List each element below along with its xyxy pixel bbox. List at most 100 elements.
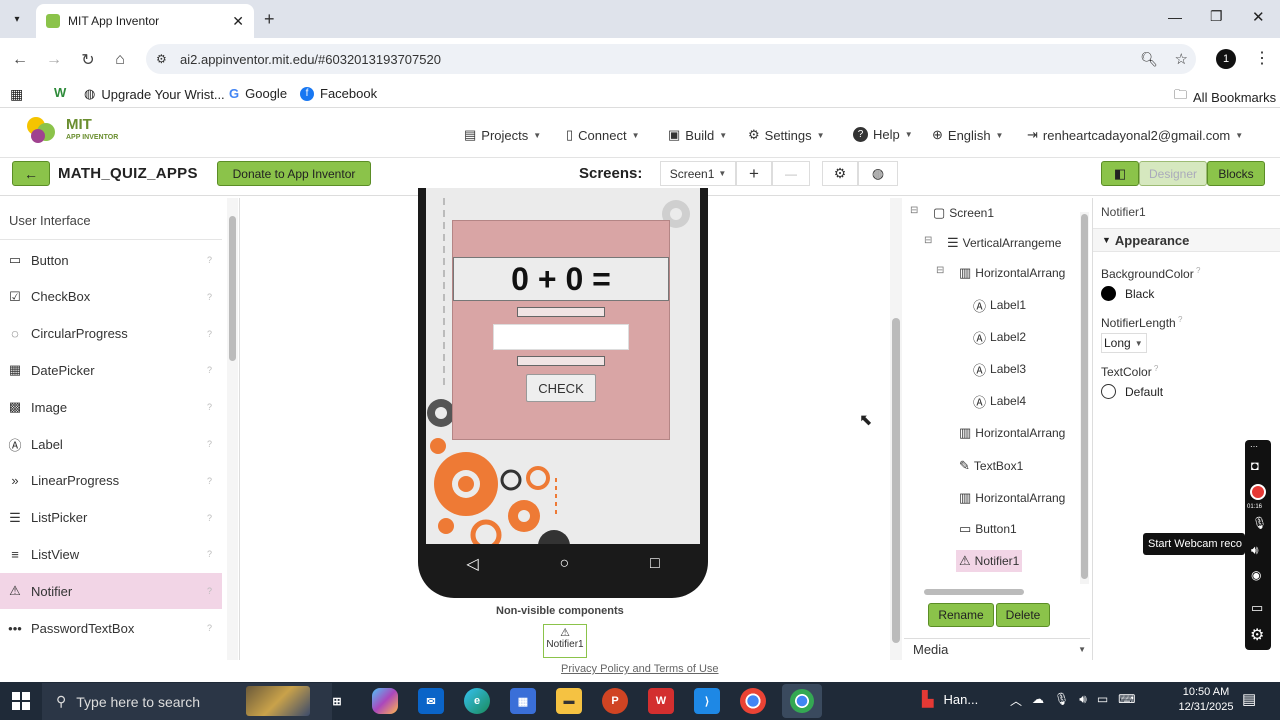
minimize-icon[interactable]: — [1168, 9, 1182, 25]
palette-item-button[interactable]: ▭ Button? [0, 242, 222, 278]
battery-icon[interactable]: ▭ [1097, 692, 1108, 709]
palette-item-datepicker[interactable]: ▦ DatePicker? [0, 352, 222, 388]
help-icon[interactable]: ? [1176, 315, 1182, 324]
palette-item-image[interactable]: ▩ Image? [0, 389, 222, 425]
add-screen-button[interactable]: + [736, 161, 772, 186]
system-tray[interactable]: ︿ ☁ 🎙︎ 🔊︎ ▭ ⌨ [1010, 692, 1135, 709]
tree-node-verticalarrangeme[interactable]: ☰ VerticalArrangeme [944, 232, 1064, 254]
taskbar-running-app[interactable]: ▙ Han... [922, 690, 978, 708]
tray-chevron-up-icon[interactable]: ︿ [1010, 692, 1022, 709]
tree-node-textbox1[interactable]: ✎ TextBox1 [956, 455, 1026, 477]
palette-item-checkbox[interactable]: ☑ CheckBox? [0, 279, 222, 315]
palette-item-passwordtextbox[interactable]: ••• PasswordTextBox? [0, 610, 222, 646]
palette-item-circularprogress[interactable]: ◌ CircularProgress? [0, 316, 222, 352]
camera-icon[interactable]: ◘ [1251, 458, 1259, 473]
help-icon[interactable]: ? [207, 255, 212, 265]
donate-button[interactable]: Donate to App Inventor [217, 161, 371, 186]
outlook-icon[interactable]: ✉ [418, 688, 444, 714]
back-to-projects-button[interactable]: ← [12, 161, 50, 186]
screen-select[interactable]: Screen1 ▼ [660, 161, 736, 186]
help-icon[interactable]: ? [207, 549, 212, 559]
help-icon[interactable]: ? [1152, 364, 1158, 373]
collapse-toggle-icon[interactable]: ⊟ [924, 235, 932, 246]
palette-item-listpicker[interactable]: ☰ ListPicker? [0, 500, 222, 536]
menu-help[interactable]: ? Help ▼ [853, 127, 913, 142]
task-view-icon[interactable]: ⊞ [324, 688, 350, 714]
collapse-toggle-icon[interactable]: ⊟ [936, 265, 944, 276]
help-icon[interactable]: ? [207, 329, 212, 339]
tree-node-horizontalarrang[interactable]: ▥ HorizontalArrang [956, 487, 1068, 509]
microphone-icon[interactable]: 🎙︎ [1054, 692, 1069, 709]
menu-connect[interactable]: ▯ Connect ▼ [566, 127, 640, 143]
close-tab-icon[interactable]: ✕ [232, 13, 244, 30]
delete-button[interactable]: Delete [996, 603, 1050, 627]
answer-textbox[interactable] [493, 324, 629, 350]
close-window-icon[interactable]: ✕ [1252, 8, 1265, 26]
window-icon[interactable]: ▭ [1251, 600, 1263, 616]
privacy-footer-link[interactable]: Privacy Policy and Terms of Use [561, 663, 719, 675]
webcam-icon[interactable]: ◉ [1251, 568, 1261, 582]
palette-item-listview[interactable]: ≡ ListView? [0, 536, 222, 572]
appearance-section-header[interactable]: ▼ Appearance [1093, 228, 1280, 252]
help-icon[interactable]: ? [207, 402, 212, 412]
help-icon[interactable]: ? [207, 623, 212, 633]
help-icon[interactable]: ? [207, 439, 212, 449]
media-header[interactable]: Media ▼ [904, 638, 1090, 660]
menu-projects[interactable]: ▤ Projects ▼ [464, 127, 541, 143]
palette-header[interactable]: User Interface [9, 213, 91, 228]
toggle-palette-button[interactable]: ◧ [1101, 161, 1139, 186]
menu-account[interactable]: ⇥ renheartcadayonal2@gmail.com ▼ [1027, 127, 1243, 143]
label-spacer-top[interactable] [517, 307, 605, 317]
tree-node-horizontalarrang[interactable]: ▥ HorizontalArrang [956, 262, 1068, 284]
powerpoint-icon[interactable]: P [602, 688, 628, 714]
background-color-picker[interactable]: Black [1101, 286, 1154, 301]
cloud-icon[interactable]: ☁ [1032, 692, 1044, 709]
menu-settings[interactable]: ⚙ Settings ▼ [748, 127, 825, 143]
tree-scrollbar[interactable] [1080, 212, 1089, 584]
help-icon[interactable]: ? [207, 365, 212, 375]
notification-icon[interactable]: ▤ [1242, 690, 1256, 708]
menu-language[interactable]: ⊕ English ▼ [932, 127, 1003, 143]
viewer-scrollbar[interactable] [890, 198, 902, 660]
menu-build[interactable]: ▣ Build ▼ [668, 127, 727, 143]
non-visible-notifier[interactable]: ⚠ Notifier1 [543, 624, 587, 658]
tree-node-button1[interactable]: ▭ Button1 [956, 518, 1020, 540]
profile-avatar[interactable]: 1 [1216, 49, 1236, 69]
palette-item-linearprogress[interactable]: » LinearProgress? [0, 463, 222, 499]
tree-node-label3[interactable]: Ⓐ Label3 [970, 358, 1029, 380]
notifier-length-select[interactable]: Long ▼ [1101, 333, 1147, 353]
tree-node-horizontalarrang[interactable]: ▥ HorizontalArrang [956, 422, 1068, 444]
equation-label[interactable]: 0 + 0 = [453, 257, 669, 301]
tree-node-screen1[interactable]: ▢ Screen1 [930, 202, 997, 224]
vscode-icon[interactable]: ⟩ [694, 688, 720, 714]
check-button[interactable]: CHECK [526, 374, 596, 402]
bookmark-upgrade[interactable]: ◍ Upgrade Your Wrist... [84, 86, 225, 102]
bookmark-facebook[interactable]: f Facebook [300, 86, 377, 101]
windows-start-icon[interactable] [12, 692, 30, 710]
forward-icon[interactable]: → [44, 50, 64, 70]
record-icon[interactable] [1250, 484, 1266, 500]
volume-icon[interactable]: 🔊︎ [1079, 692, 1087, 709]
vertical-arrangement[interactable]: 0 + 0 = CHECK [452, 220, 670, 440]
label-spacer-bottom[interactable] [517, 356, 605, 366]
collapse-toggle-icon[interactable]: ⊟ [910, 205, 918, 216]
bookmark-star-icon[interactable]: ☆ [1175, 50, 1188, 68]
keyboard-icon[interactable]: ⌨ [1118, 692, 1135, 709]
store-icon[interactable]: ▦ [510, 688, 536, 714]
remove-screen-button[interactable]: — [772, 161, 810, 186]
bookmark-google[interactable]: G Google [229, 86, 287, 101]
browser-menu-icon[interactable]: ⋮ [1254, 48, 1270, 68]
chrome-active-icon[interactable] [782, 684, 822, 718]
tree-node-notifier1[interactable]: ⚠ Notifier1 [956, 550, 1023, 572]
designer-button[interactable]: Designer [1139, 161, 1207, 186]
browser-tab[interactable]: MIT App Inventor ✕ [36, 4, 254, 38]
home-icon[interactable]: ⌂ [110, 50, 130, 70]
settings-gear-icon[interactable]: ⚙ [1250, 625, 1264, 645]
palette-scrollbar[interactable] [227, 198, 238, 660]
back-icon[interactable]: ← [10, 50, 30, 70]
component-settings-button[interactable]: ⚙ [822, 161, 858, 186]
rename-button[interactable]: Rename [928, 603, 994, 627]
recorder-drag-handle[interactable]: ⋯ [1250, 442, 1258, 451]
tree-node-label1[interactable]: Ⓐ Label1 [970, 294, 1029, 316]
site-settings-icon[interactable]: ⚙ [156, 52, 167, 66]
